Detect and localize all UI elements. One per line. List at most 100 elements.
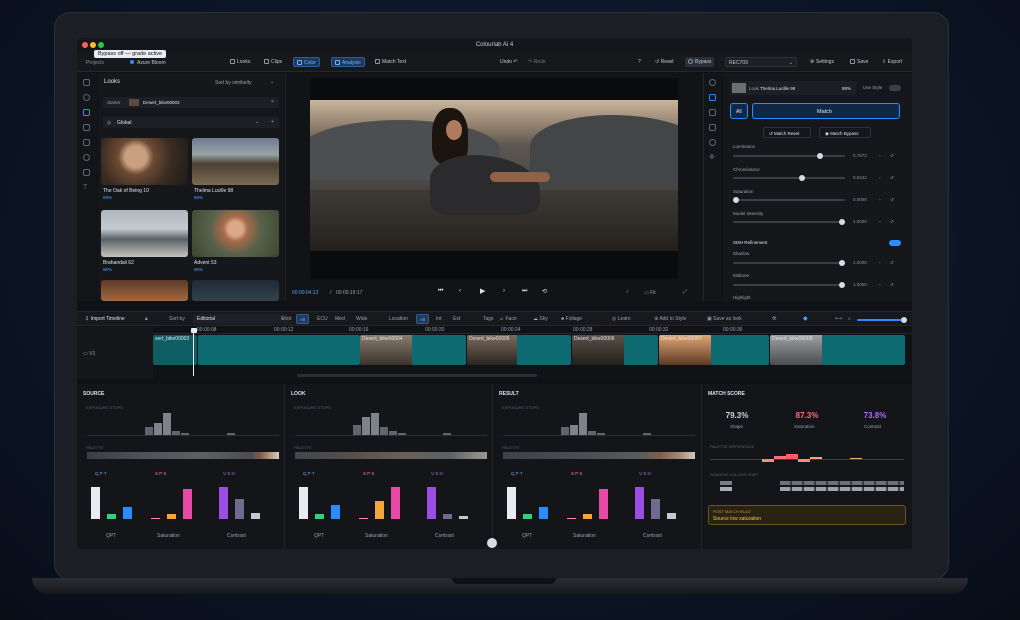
minimize-window-button[interactable] xyxy=(90,42,96,48)
save-as-look-button[interactable]: ▣ Save as look xyxy=(707,316,742,322)
smh-refinement-toggle[interactable] xyxy=(889,240,901,246)
lock-icon[interactable]: 🔒︎ xyxy=(145,316,148,322)
fit-width-icon[interactable]: ⟷ xyxy=(835,316,842,322)
slider-value[interactable]: 0.0000 xyxy=(853,197,867,202)
grid-icon[interactable] xyxy=(83,124,90,131)
lut-preset-select[interactable]: REC709 ⌄ xyxy=(725,57,797,67)
panel-collapse-handle[interactable] xyxy=(487,538,497,548)
zoom-select[interactable]: ▭ Fit xyxy=(644,290,656,296)
model-intensity-slider[interactable] xyxy=(733,219,845,225)
luminance-slider[interactable] xyxy=(733,153,845,159)
magic-wand-icon[interactable]: ⚒ xyxy=(772,316,776,322)
location-all-chip[interactable]: All xyxy=(416,314,430,324)
timeline-clip[interactable]: Desert_bike00007 xyxy=(659,335,769,365)
list-icon[interactable] xyxy=(709,109,716,116)
export-button[interactable]: ⇧ Export xyxy=(879,57,905,67)
loop-icon[interactable]: ⟲ xyxy=(542,288,547,295)
look-selector[interactable]: Look Thelma Lucille 98 88% xyxy=(730,81,856,95)
redo-button[interactable]: ↷ Redo xyxy=(525,57,549,67)
timeline-ruler[interactable]: 00:00:08 00:00:12 00:00:16 00:00:20 00:0… xyxy=(153,327,912,334)
wheel-icon[interactable] xyxy=(709,139,716,146)
settings-button[interactable]: ⚙ Settings xyxy=(807,57,837,67)
look-card-thumb[interactable] xyxy=(192,280,279,301)
look-card-thumb[interactable] xyxy=(101,280,188,301)
import-timeline-button[interactable]: ⇩ Import Timeline xyxy=(85,316,125,322)
timeline-clip[interactable]: Desert_bike00008 xyxy=(770,335,905,365)
look-card-thumb[interactable] xyxy=(101,138,188,185)
layers-icon[interactable] xyxy=(83,169,90,176)
tag-face-chip[interactable]: ☺ Face xyxy=(499,316,517,322)
scope-select[interactable]: ◎ Global ⌄ + xyxy=(103,117,279,128)
slider-reset-icon[interactable]: ↺ xyxy=(890,153,894,159)
slider-value[interactable]: 1.0000 xyxy=(853,219,867,224)
shot-ecu-chip[interactable]: ECU xyxy=(317,316,328,322)
match-bypass-button[interactable]: ◉ Match Bypass xyxy=(819,127,871,138)
playhead-handle[interactable] xyxy=(191,328,197,333)
slider-reset-icon[interactable]: ↺ xyxy=(890,282,894,288)
text-tool-icon[interactable]: T xyxy=(83,184,90,191)
add-to-style-button[interactable]: ⊕ Add to Style xyxy=(654,316,686,322)
sort-dropdown[interactable]: Sort by similarity xyxy=(215,80,252,86)
sliders-icon[interactable] xyxy=(709,124,716,131)
analysis-button[interactable]: Analysis xyxy=(331,57,365,67)
save-button[interactable]: Save xyxy=(847,57,871,67)
close-window-button[interactable] xyxy=(82,42,88,48)
tag-foliage-chip[interactable]: ♣ Foliage xyxy=(561,316,582,322)
saturation-slider[interactable] xyxy=(733,197,845,203)
looks-rail-icon[interactable] xyxy=(83,109,90,116)
breadcrumb-projects[interactable]: Projects xyxy=(83,58,107,68)
timeline-scrollbar[interactable] xyxy=(297,374,537,377)
shot-med-chip[interactable]: Med xyxy=(335,316,345,322)
use-style-toggle[interactable] xyxy=(889,85,901,91)
shot-all-chip[interactable]: All xyxy=(296,314,310,324)
timeline-clip[interactable]: Desert_bike00006 xyxy=(572,335,658,365)
look-card-thumb[interactable] xyxy=(101,210,188,257)
shadow-slider[interactable] xyxy=(733,260,845,266)
timeline-clip[interactable]: Desert_bike00006 xyxy=(467,335,571,365)
close-icon[interactable]: × xyxy=(271,99,274,105)
learn-button[interactable]: ◎ Learn xyxy=(612,316,631,322)
clips-button[interactable]: Clips xyxy=(261,57,285,67)
reset-button[interactable]: ↺ Reset xyxy=(652,57,677,67)
starter-field[interactable]: Starter Desert_bike00003 × xyxy=(103,97,279,108)
slider-value[interactable]: 1.0000 xyxy=(853,260,867,265)
looks-button[interactable]: Looks xyxy=(227,57,253,67)
match-rail-icon[interactable] xyxy=(709,94,716,101)
ai-icon[interactable]: ◆ xyxy=(803,315,808,322)
fullscreen-icon[interactable]: ⤢ xyxy=(683,289,687,295)
undo-button[interactable]: Undo ↶ xyxy=(497,57,521,67)
zoom-window-button[interactable] xyxy=(98,42,104,48)
circle-icon[interactable] xyxy=(709,79,716,86)
midtone-slider[interactable] xyxy=(733,282,845,288)
zoom-icon[interactable]: ⌕ xyxy=(848,316,851,322)
audio-icon[interactable]: ♪ xyxy=(626,289,629,295)
playhead[interactable] xyxy=(193,330,194,376)
play-button[interactable]: ▶ xyxy=(480,287,485,295)
location-ext-chip[interactable]: Ext xyxy=(453,316,460,322)
chrominance-slider[interactable] xyxy=(733,175,845,181)
sort-chevron-icon[interactable]: ⌄ xyxy=(270,79,274,85)
bypass-button[interactable]: Bypass xyxy=(685,57,715,67)
add-icon[interactable]: + xyxy=(271,119,274,125)
pin-icon[interactable] xyxy=(83,79,90,86)
all-button[interactable]: All xyxy=(730,103,748,119)
slider-value[interactable]: 1.0000 xyxy=(853,282,867,287)
slider-reset-icon[interactable]: ↺ xyxy=(890,175,894,181)
circle-icon[interactable] xyxy=(83,94,90,101)
timeline-clip[interactable] xyxy=(198,335,360,365)
timeline-clip[interactable]: sert_bike00003 xyxy=(153,335,197,365)
slider-value[interactable]: 0.7872 xyxy=(853,153,867,158)
color-button[interactable]: Color xyxy=(293,57,320,67)
timeline-zoom-slider[interactable] xyxy=(857,317,907,323)
timeline-sort-select[interactable]: Editorial ⌄ xyxy=(193,314,289,324)
track-visibility-icon[interactable]: ▭ V1 xyxy=(83,351,95,357)
skip-end-icon[interactable]: ⏭ xyxy=(522,288,527,295)
slider-reset-icon[interactable]: ↺ xyxy=(890,260,894,266)
match-text-button[interactable]: Match Text xyxy=(372,57,409,67)
match-reset-button[interactable]: ↺ Match Reset xyxy=(763,127,811,138)
prev-frame-icon[interactable]: ‹ xyxy=(459,288,461,294)
next-frame-icon[interactable]: › xyxy=(503,288,505,294)
look-card-thumb[interactable] xyxy=(192,138,279,185)
move-icon[interactable]: ✥ xyxy=(709,154,716,161)
film-icon[interactable] xyxy=(83,139,90,146)
